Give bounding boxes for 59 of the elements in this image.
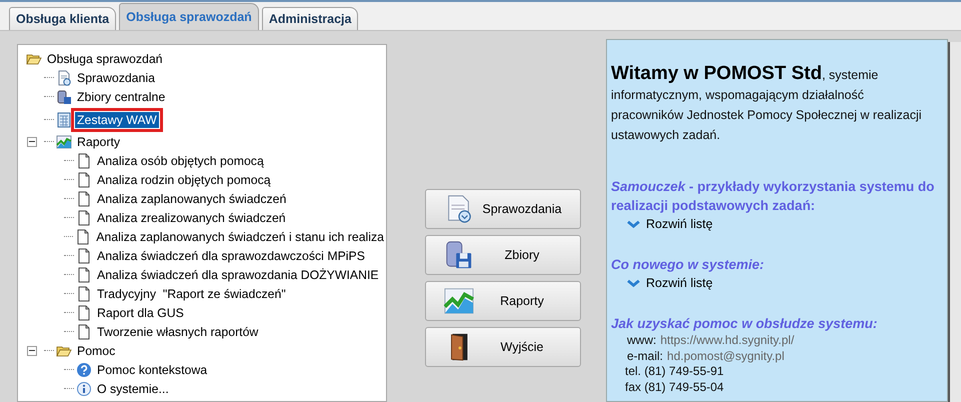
tree-item[interactable]: Pomoc [75, 342, 118, 358]
chart-icon [444, 286, 474, 316]
page-icon [76, 324, 92, 340]
tree-item[interactable]: O systemie... [95, 380, 171, 396]
chart-icon [56, 134, 72, 150]
chevron-down-icon [627, 278, 640, 288]
tree-item[interactable]: Analiza świadczeń dla sprawozdania DOŻYWIANIE [95, 266, 381, 282]
section-title: Samouczek - przykłady wykorzystania systemu do realizacji podstawowych zadań: [611, 178, 936, 215]
contact-label: tel. (81) 749-55-91 [625, 364, 724, 378]
tree-item[interactable]: Analiza rodzin objętych pomocą [95, 172, 273, 188]
page-icon [76, 286, 92, 302]
expand-list-link[interactable]: Rozwiń listę [627, 274, 939, 292]
contact-label: e-mail: [627, 348, 664, 362]
tree-item[interactable]: Obsługa sprawozdań [45, 50, 165, 66]
chevron-down-icon [627, 220, 640, 228]
contact-link[interactable]: https://www.hd.sygnity.pl/ [660, 333, 794, 347]
nav-button[interactable]: Wyjście [425, 327, 581, 367]
tree-item[interactable]: Pomoc kontekstowa [95, 362, 210, 378]
contact-link[interactable]: hd.pomost@sygnity.pl [667, 348, 784, 362]
tree-item[interactable]: Sprawozdania [75, 70, 157, 86]
nav-button[interactable]: Raporty [425, 281, 581, 321]
tab[interactable]: Obsługa sprawozdań [119, 3, 259, 30]
tree-item[interactable]: Analiza świadczeń dla sprawozdawczości MPiPS [95, 248, 367, 264]
page-icon [76, 248, 92, 264]
nav-button[interactable]: Sprawozdania [425, 189, 581, 229]
tab[interactable]: Administracja [262, 7, 358, 30]
contact-label: fax (81) 749-55-04 [625, 380, 724, 394]
collapse-icon[interactable] [27, 136, 37, 146]
contact-label: www: [627, 333, 656, 347]
tree-item[interactable]: Zestawy WAW [75, 112, 159, 128]
tree-item[interactable]: Analiza zrealizowanych świadczeń [95, 210, 288, 226]
nav-button[interactable]: Zbiory [425, 235, 581, 275]
tree-item[interactable]: Raport dla GUS [95, 304, 186, 320]
page-icon [76, 152, 92, 168]
calculator-icon [56, 112, 72, 128]
expand-list-link[interactable]: Rozwiń listę [627, 215, 939, 233]
tree-item[interactable]: Zbiory centralne [75, 88, 168, 104]
info-icon [76, 380, 92, 396]
page-icon [75, 228, 92, 244]
page-icon [76, 210, 92, 226]
page-icon [76, 172, 92, 188]
section-title: Co nowego w systemie: [611, 256, 766, 274]
database-icon [56, 88, 72, 104]
page-icon [76, 304, 92, 320]
tree-item[interactable]: Raporty [75, 134, 122, 150]
tree-item[interactable]: Tworzenie własnych raportów [95, 324, 260, 340]
tab[interactable]: Obsługa klienta [9, 7, 116, 30]
tree-item[interactable]: Analiza zaplanowanych świadczeń [95, 190, 288, 206]
help-icon [76, 362, 92, 378]
section-title: Jak uzyskać pomoc w obsłudze systemu: [611, 315, 878, 333]
tree-item[interactable]: Analiza zaplanowanych świadczeń i stanu ich realiza [94, 228, 386, 244]
page-icon [76, 190, 92, 206]
tree-item[interactable]: Tradycyjny "Raport ze świadczeń" [95, 286, 288, 302]
welcome-text: Witamy w POMOST Std, systemie informatycznym, wspomagającym działalność pracowników Jednostek Pomocy Społecznej w realizacji ustawowych zadań. [611, 64, 923, 144]
document-icon [56, 70, 72, 86]
database-disk-icon [444, 240, 474, 270]
page-icon [76, 266, 92, 282]
collapse-icon[interactable] [27, 346, 37, 356]
tree-item[interactable]: Analiza osób objętych pomocą [95, 152, 266, 168]
